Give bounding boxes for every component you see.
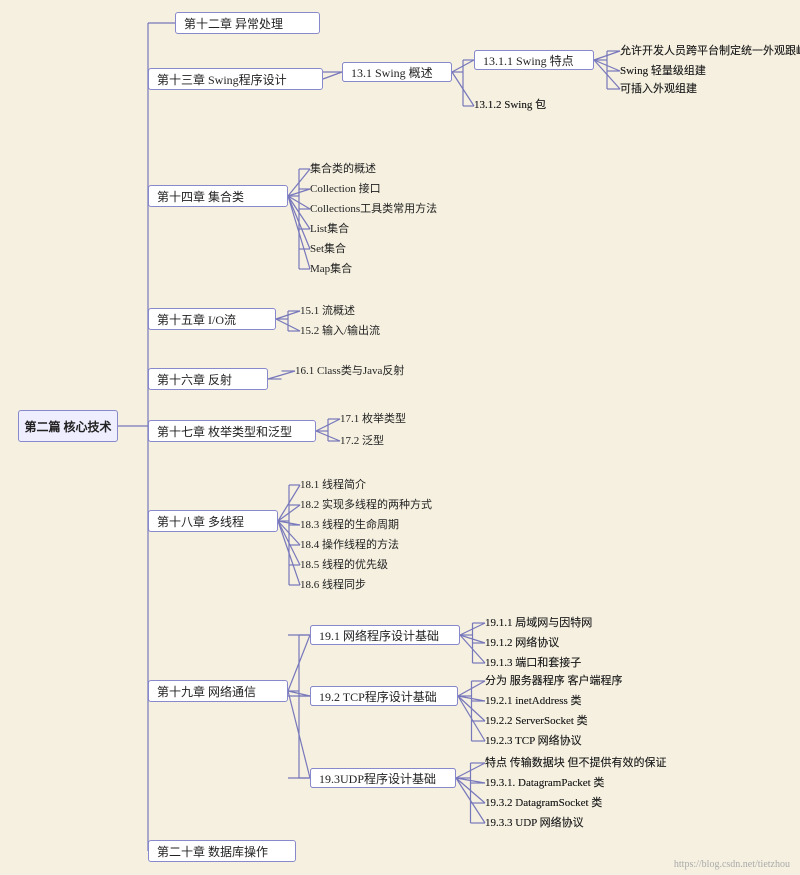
- leaf-node: Swing 轻量级组建: [620, 62, 730, 80]
- leaf-node: 18.6 线程同步: [300, 576, 388, 594]
- leaf-node: 18.2 实现多线程的两种方式: [300, 496, 462, 514]
- chapter-node: 19.3UDP程序设计基础: [310, 768, 456, 788]
- chapter-node: 第十八章 多线程: [148, 510, 278, 532]
- leaf-node: 19.3.2 DatagramSocket 类: [485, 794, 635, 812]
- chapter-node: 第十九章 网络通信: [148, 680, 288, 702]
- leaf-node: 可插入外观组建: [620, 80, 718, 98]
- leaf-node: 19.2.1 inetAddress 类: [485, 692, 615, 710]
- root-label: 第二篇 核心技术: [25, 418, 112, 435]
- leaf-node: 19.1.2 网络协议: [485, 634, 585, 652]
- leaf-node: 19.2.2 ServerSocket 类: [485, 712, 617, 730]
- leaf-node: 19.3.3 UDP 网络协议: [485, 814, 605, 832]
- chapter-node: 第十七章 枚举类型和泛型: [148, 420, 316, 442]
- leaf-node: Set集合: [310, 240, 364, 258]
- chapter-node: 19.2 TCP程序设计基础: [310, 686, 458, 706]
- chapter-node: 第十三章 Swing程序设计: [148, 68, 323, 90]
- root-node: 第二篇 核心技术: [18, 410, 118, 442]
- leaf-node: 16.1 Class类与Java反射: [295, 362, 443, 380]
- chapter-node: 13.1 Swing 概述: [342, 62, 452, 82]
- chapter-node: 第十二章 异常处理: [175, 12, 320, 34]
- leaf-node: 15.2 输入/输出流: [300, 322, 405, 340]
- leaf-node: Collection 接口: [310, 180, 406, 198]
- leaf-node: 18.3 线程的生命周期: [300, 516, 428, 534]
- leaf-node: 13.1.2 Swing 包: [474, 96, 574, 116]
- leaf-node: 特点 传输数据块 但不提供有效的保证: [485, 754, 679, 772]
- leaf-node: Collections工具类常用方法: [310, 200, 470, 218]
- mind-map: 第二篇 核心技术 https://blog.csdn.net/tietzhou …: [0, 0, 800, 875]
- leaf-node: 19.1.1 局域网与因特网: [485, 614, 621, 632]
- leaf-node: 18.5 线程的优先级: [300, 556, 416, 574]
- leaf-node: 18.4 操作线程的方法: [300, 536, 426, 554]
- leaf-node: List集合: [310, 220, 368, 238]
- chapter-node: 第十五章 I/O流: [148, 308, 276, 330]
- leaf-node: 分为 服务器程序 客户端程序: [485, 672, 655, 690]
- chapter-node: 第十六章 反射: [148, 368, 268, 390]
- leaf-node: 19.3.1. DatagramPacket 类: [485, 774, 635, 792]
- leaf-node: 19.2.3 TCP 网络协议: [485, 732, 603, 750]
- chapter-node: 19.1 网络程序设计基础: [310, 625, 460, 645]
- leaf-node: 17.2 泛型: [340, 432, 405, 450]
- chapter-node: 第十四章 集合类: [148, 185, 288, 207]
- leaf-node: 19.1.3 端口和套接子: [485, 654, 603, 672]
- leaf-node: Map集合: [310, 260, 366, 278]
- chapter-node: 第二十章 数据库操作: [148, 840, 296, 862]
- leaf-node: 允许开发人员跨平台制定统一外观跟峰图: [620, 42, 792, 60]
- leaf-node: 17.1 枚举类型: [340, 410, 428, 428]
- leaf-node: 15.1 流概述: [300, 302, 375, 320]
- chapter-node: 13.1.1 Swing 特点: [474, 50, 594, 70]
- leaf-node: 18.1 线程简介: [300, 476, 388, 494]
- leaf-node: 集合类的概述: [310, 160, 398, 178]
- watermark: https://blog.csdn.net/tietzhou: [674, 859, 790, 870]
